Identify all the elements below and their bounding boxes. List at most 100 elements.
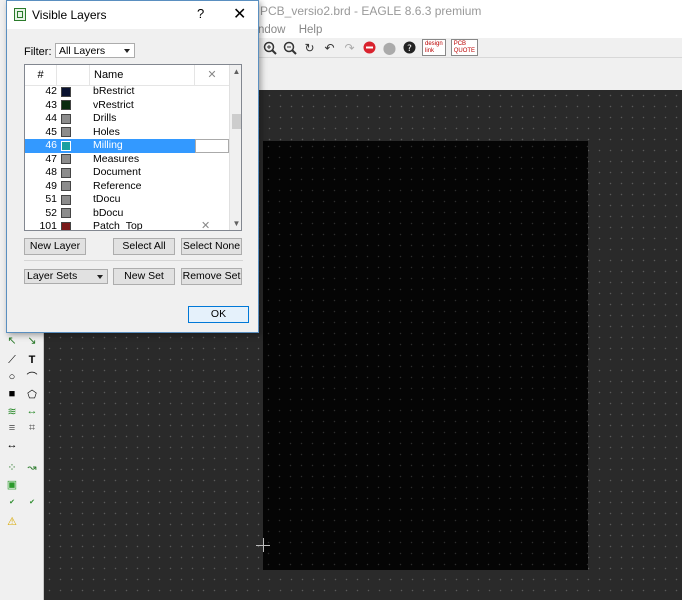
ok-button[interactable]: OK (188, 306, 249, 323)
select-all-button[interactable]: Select All (113, 238, 175, 255)
text-icon[interactable]: T (25, 353, 39, 367)
layer-name: Holes (93, 125, 120, 138)
route-icon[interactable]: ↘ (25, 333, 39, 347)
command-toolbar: ↖ ↘ ⟋ T ○ ⌒ ■ ⬠ ≋ ↔ ≡ ⌗ ↔ ⁘ ↝ ▣ ✔ ✔ ⚠ (0, 333, 44, 600)
filter-dropdown[interactable]: All Layers (55, 43, 135, 58)
menu-window[interactable]: ndow (258, 22, 286, 38)
table-row[interactable]: 101 Patch_Top ✕ (25, 220, 229, 230)
move-icon[interactable]: ↖ (5, 333, 19, 347)
layer-name: Measures (93, 152, 140, 165)
mark-icon[interactable]: ⌗ (25, 421, 39, 435)
layer-number: 43 (45, 98, 57, 111)
column-header-delete[interactable]: ✕ (195, 65, 229, 85)
menu-help[interactable]: Help (299, 22, 323, 38)
layer-edit-field[interactable] (195, 139, 229, 153)
layer-color-swatch[interactable] (61, 194, 71, 205)
pcb-quote-badge[interactable]: PCB QUOTE (450, 39, 479, 56)
layer-name: tDocu (93, 193, 121, 205)
close-button[interactable]: ✕ (233, 4, 246, 24)
parameter-toolbar (258, 58, 682, 91)
pcb-board-outline[interactable] (263, 141, 588, 570)
layer-color-swatch[interactable] (61, 127, 71, 137)
layer-color-swatch[interactable] (61, 140, 71, 151)
dialog-titlebar[interactable]: Visible Layers ? ✕ (7, 1, 258, 29)
zoom-in-icon[interactable] (262, 40, 277, 55)
layer-name: Reference (93, 179, 142, 192)
via-icon[interactable]: ↔ (25, 404, 39, 418)
app-title: PCB_versio2.brd - EAGLE 8.6.3 premium (260, 4, 482, 18)
component-icon[interactable]: ▣ (5, 477, 19, 491)
table-row[interactable]: 46 Milling (25, 139, 229, 153)
table-row[interactable]: 43 vRestrict (25, 99, 229, 113)
layer-name: Drills (93, 112, 117, 124)
column-header-name[interactable]: Name (90, 65, 195, 85)
remove-set-button[interactable]: Remove Set (181, 268, 242, 285)
visible-layers-dialog: Visible Layers ? ✕ Filter: All Layers # … (6, 0, 259, 333)
table-row[interactable]: 45 Holes (25, 126, 229, 140)
table-row[interactable]: 49 Reference (25, 180, 229, 194)
layer-color-swatch[interactable] (61, 100, 71, 110)
circle-icon[interactable]: ○ (5, 370, 19, 384)
scroll-thumb[interactable] (232, 114, 241, 129)
layer-color-swatch[interactable] (61, 113, 71, 124)
layer-number: 49 (45, 179, 57, 192)
ratsnest-icon[interactable]: ⁘ (5, 460, 19, 474)
layer-color-swatch[interactable] (61, 181, 71, 191)
table-row[interactable]: 52 bDocu (25, 207, 229, 221)
redo-icon[interactable]: ↷ (342, 40, 357, 55)
layer-name: vRestrict (93, 98, 134, 111)
scroll-down-icon[interactable]: ▼ (230, 217, 241, 230)
layer-color-swatch[interactable] (61, 86, 71, 97)
table-row[interactable]: 51 tDocu (25, 193, 229, 207)
stop-icon[interactable] (362, 40, 377, 55)
layers-app-icon (14, 8, 26, 21)
design-link-badge[interactable]: design link (422, 39, 446, 56)
wire-icon[interactable]: ⟋ (5, 353, 19, 367)
table-row[interactable]: 44 Drills (25, 112, 229, 126)
dialog-title: Visible Layers (32, 8, 107, 22)
arc-icon[interactable]: ⌒ (25, 370, 39, 384)
table-row[interactable]: 48 Document (25, 166, 229, 180)
go-icon[interactable]: ⬤ (382, 40, 397, 55)
zoom-out-icon[interactable] (282, 40, 297, 55)
table-row[interactable]: 42 bRestrict (25, 85, 229, 99)
warning-icon[interactable]: ⚠ (5, 514, 19, 528)
app-title-bar: PCB_versio2.brd - EAGLE 8.6.3 premium (258, 0, 682, 22)
dimension-icon[interactable]: ↔ (5, 438, 19, 452)
layer-color-swatch[interactable] (61, 167, 71, 178)
layer-number: 44 (45, 112, 57, 124)
stack-icon[interactable]: ≡ (5, 421, 19, 435)
erc-icon[interactable]: ✔ (5, 495, 19, 509)
layer-name: bDocu (93, 206, 124, 219)
pcb-quote-line1: PCB (453, 40, 467, 47)
column-header-color[interactable] (57, 65, 90, 85)
layer-name: bRestrict (93, 85, 135, 97)
help-button[interactable]: ? (197, 6, 204, 21)
redraw-icon[interactable]: ↻ (302, 40, 317, 55)
drc-icon[interactable]: ✔ (25, 495, 39, 509)
vertical-scrollbar[interactable]: ▲ ▼ (229, 65, 241, 230)
new-layer-button[interactable]: New Layer (24, 238, 86, 255)
table-row[interactable]: 47 Measures (25, 153, 229, 167)
column-header-number[interactable]: # (25, 65, 57, 85)
layer-color-swatch[interactable] (61, 208, 71, 218)
layer-color-swatch[interactable] (61, 154, 71, 164)
scroll-up-icon[interactable]: ▲ (230, 65, 241, 78)
pcb-quote-line2: QUOTE (453, 47, 476, 54)
layer-color-swatch[interactable] (61, 221, 71, 230)
polygon-icon[interactable]: ⬠ (25, 387, 39, 401)
rect-icon[interactable]: ■ (5, 387, 19, 401)
help-icon[interactable]: ? (402, 40, 417, 55)
layer-number: 45 (45, 125, 57, 138)
undo-icon[interactable]: ↶ (322, 40, 337, 55)
new-set-button[interactable]: New Set (113, 268, 175, 285)
layer-sets-dropdown[interactable]: Layer Sets (24, 269, 108, 284)
design-link-line2: link (425, 47, 435, 54)
layer-number: 48 (45, 166, 57, 178)
select-none-button[interactable]: Select None (181, 238, 242, 255)
filter-label: Filter: (24, 46, 52, 58)
delete-layer-icon[interactable]: ✕ (201, 220, 210, 230)
layer-name: Milling (93, 139, 123, 151)
autorouter-icon[interactable]: ↝ (25, 460, 39, 474)
layers-icon[interactable]: ≋ (5, 404, 19, 418)
